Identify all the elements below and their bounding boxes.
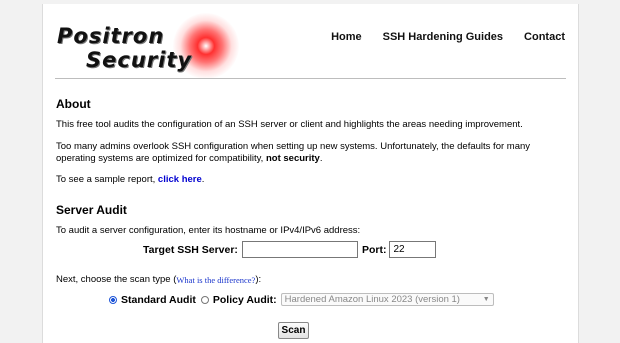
target-ssh-server-label: Target SSH Server:	[143, 243, 238, 256]
scan-type-end: ):	[255, 274, 262, 285]
logo-word-security: Security	[86, 48, 193, 72]
policy-select[interactable]: Hardened Amazon Linux 2023 (version 1) ▼	[280, 293, 494, 306]
about-paragraph-3: To see a sample report, click here.	[56, 174, 566, 187]
standard-audit-label[interactable]: Standard Audit	[121, 294, 196, 306]
nav-home[interactable]: Home	[331, 31, 362, 43]
chevron-down-icon: ▼	[482, 296, 490, 303]
main-nav: Home SSH Hardening Guides Contact	[331, 31, 565, 43]
site-header: Positron Security Home SSH Hardening Gui…	[43, 4, 578, 80]
server-audit-heading: Server Audit	[56, 203, 127, 217]
sample-report-end: .	[201, 173, 205, 185]
port-label: Port:	[361, 243, 387, 256]
policy-select-value: Hardened Amazon Linux 2023 (version 1)	[284, 294, 460, 305]
main-content: About This free tool audits the configur…	[56, 97, 566, 238]
page-container: Positron Security Home SSH Hardening Gui…	[42, 4, 579, 343]
about-paragraph-2: Too many admins overlook SSH configurati…	[56, 141, 566, 166]
scan-type-prompt: Next, choose the scan type (What is the …	[56, 274, 261, 285]
server-audit-intro: To audit a server configuration, enter i…	[56, 225, 361, 236]
policy-audit-radio[interactable]	[200, 295, 209, 304]
nav-contact[interactable]: Contact	[524, 31, 565, 43]
policy-audit-label[interactable]: Policy Audit:	[213, 294, 277, 306]
scan-button[interactable]: Scan	[278, 322, 309, 339]
standard-audit-radio[interactable]	[109, 295, 117, 304]
port-input[interactable]	[389, 241, 437, 258]
not-security-emphasis: not security	[265, 153, 320, 164]
nav-ssh-hardening-guides[interactable]: SSH Hardening Guides	[383, 31, 503, 43]
target-row: Target SSH Server: Port:	[143, 241, 437, 258]
sample-report-link[interactable]: click here	[158, 174, 202, 185]
about-paragraph-2-end: .	[319, 153, 323, 164]
what-is-difference-link[interactable]: What is the difference?	[176, 275, 255, 285]
target-ssh-server-input[interactable]	[241, 241, 358, 258]
scan-type-text: Next, choose the scan type (	[56, 274, 177, 285]
sample-report-text: To see a sample report,	[56, 173, 158, 185]
header-divider	[55, 78, 566, 79]
logo-word-positron: Positron	[57, 24, 165, 48]
scan-type-row: Standard Audit Policy Audit: Hardened Am…	[109, 293, 494, 306]
about-heading: About	[56, 97, 91, 111]
about-paragraph-1: This free tool audits the configuration …	[56, 119, 523, 130]
positron-security-logo[interactable]: Positron Security	[55, 10, 245, 79]
